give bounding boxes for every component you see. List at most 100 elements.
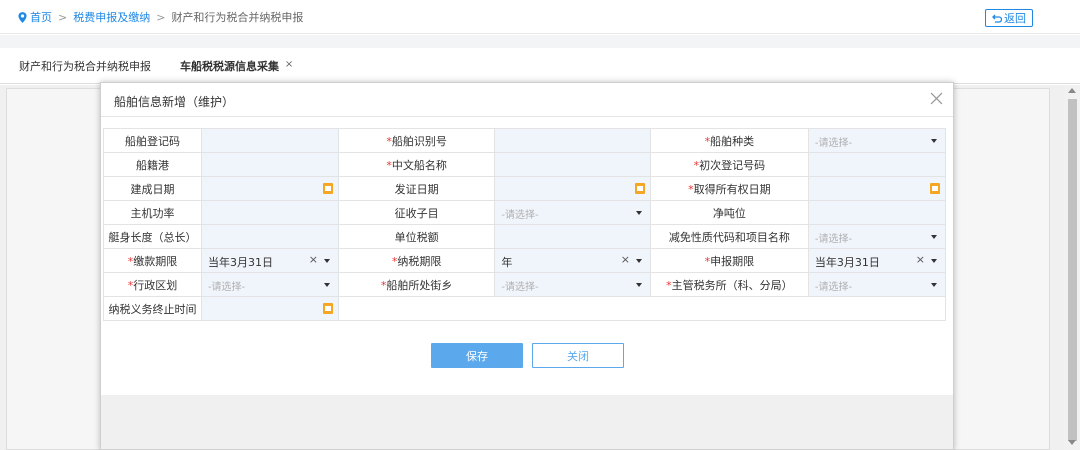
chevron-down-icon[interactable] — [931, 259, 937, 263]
select-field[interactable]: -请选择- — [200, 272, 339, 297]
top-bar: 首页 > 税费申报及缴纳 > 财产和行为税合并纳税申报 返回 — [0, 0, 1080, 34]
calendar-icon[interactable] — [930, 183, 940, 194]
text-field[interactable] — [494, 152, 651, 177]
text-field[interactable] — [807, 200, 947, 225]
chevron-down-icon[interactable] — [931, 235, 937, 239]
text-field[interactable] — [200, 152, 339, 177]
chevron-down-icon[interactable] — [323, 259, 330, 263]
back-arrow-icon — [992, 14, 1002, 23]
breadcrumb-home[interactable]: 首页 — [30, 9, 52, 25]
field-label: *行政区划 — [103, 272, 202, 297]
field-label: 船舶登记码 — [103, 128, 202, 153]
scroll-up-icon[interactable] — [1068, 88, 1076, 93]
form-row: 主机功率 征收子目 -请选择- 净吨位 — [103, 200, 947, 225]
field-label-text: 船舶所处街乡 — [386, 278, 453, 292]
field-label-text: 净吨位 — [712, 206, 746, 220]
field-label: 主机功率 — [103, 200, 202, 225]
form-row: *行政区划 -请选择- *船舶所处街乡 -请选择- *主管税务所（科、分局） -请选择- — [103, 272, 947, 297]
close-button[interactable]: 关闭 — [532, 343, 624, 368]
field-label: 发证日期 — [337, 176, 496, 201]
date-field[interactable] — [200, 176, 339, 201]
text-field[interactable] — [200, 200, 339, 225]
text-field[interactable] — [494, 128, 651, 153]
calendar-icon[interactable] — [322, 303, 333, 314]
field-label: *船舶所处街乡 — [337, 272, 496, 297]
field-label-text: 发证日期 — [394, 182, 439, 196]
calendar-icon[interactable] — [634, 183, 645, 194]
chevron-down-icon[interactable] — [635, 283, 642, 287]
field-label-text: 单位税额 — [394, 230, 439, 244]
clear-icon[interactable]: × — [621, 253, 630, 266]
field-label: 减免性质代码和项目名称 — [649, 224, 809, 249]
select-field[interactable]: -请选择- — [494, 272, 651, 297]
select-field[interactable]: 年 × — [494, 248, 651, 273]
back-button[interactable]: 返回 — [985, 9, 1033, 27]
select-field[interactable]: 当年3月31日 × — [807, 248, 947, 273]
scrollbar-thumb[interactable] — [1068, 99, 1077, 441]
select-field[interactable]: 当年3月31日 × — [200, 248, 339, 273]
select-field[interactable]: -请选择- — [494, 200, 651, 225]
field-label-text: 纳税义务终止时间 — [108, 302, 197, 316]
tab-vehicle-vessel-source[interactable]: 车船税税源信息采集 × — [165, 58, 309, 84]
form-row: 船籍港 *中文船名称 *初次登记号码 — [103, 152, 947, 177]
field-label-text: 减免性质代码和项目名称 — [668, 230, 790, 244]
field-label: *纳税期限 — [337, 248, 496, 273]
save-button-label: 保存 — [466, 349, 488, 363]
close-icon[interactable] — [930, 92, 943, 105]
field-label: *初次登记号码 — [649, 152, 809, 177]
chevron-down-icon[interactable] — [931, 139, 937, 143]
dialog-footer-area — [101, 395, 953, 449]
text-field[interactable] — [200, 224, 339, 249]
field-label: 单位税额 — [337, 224, 496, 249]
clear-icon[interactable]: × — [309, 253, 318, 266]
field-label-text: 申报期限 — [710, 254, 755, 268]
form-row: 建成日期 发证日期 *取得所有权日期 — [103, 176, 947, 201]
field-label-text: 建成日期 — [130, 182, 175, 196]
select-placeholder: -请选择- — [814, 138, 853, 149]
select-placeholder: -请选择- — [814, 234, 853, 245]
vessel-info-dialog: 船舶信息新增（维护） 船舶登记码 *船舶识别号 *船舶种类 -请选择- 船籍港 *中文船名… — [100, 82, 954, 450]
clear-icon[interactable]: × — [916, 253, 925, 266]
date-field[interactable] — [200, 296, 339, 321]
select-field[interactable]: -请选择- — [807, 128, 947, 153]
form-row: 船舶登记码 *船舶识别号 *船舶种类 -请选择- — [103, 128, 947, 153]
form-row: 纳税义务终止时间 — [103, 296, 947, 321]
breadcrumb: 首页 > 税费申报及缴纳 > 财产和行为税合并纳税申报 — [18, 9, 303, 25]
select-field[interactable]: -请选择- — [807, 272, 947, 297]
text-field[interactable] — [494, 224, 651, 249]
calendar-icon[interactable] — [322, 183, 333, 194]
chevron-down-icon[interactable] — [323, 283, 330, 287]
text-field[interactable] — [807, 152, 947, 177]
tab-property-tax-filing[interactable]: 财产和行为税合并纳税申报 — [19, 58, 151, 74]
breadcrumb-tax-filing[interactable]: 税费申报及缴纳 — [73, 9, 150, 25]
chevron-down-icon[interactable] — [635, 211, 642, 215]
header-spacer — [0, 35, 1080, 48]
select-placeholder: -请选择- — [207, 282, 246, 293]
chevron-down-icon[interactable] — [931, 283, 937, 287]
tab-close-icon[interactable]: × — [285, 59, 293, 70]
date-field[interactable] — [494, 176, 651, 201]
dialog-header: 船舶信息新增（维护） — [101, 83, 953, 117]
field-label-text: 征收子目 — [394, 206, 439, 220]
scroll-down-icon[interactable] — [1068, 440, 1076, 445]
save-button[interactable]: 保存 — [431, 343, 523, 368]
select-field[interactable]: -请选择- — [807, 224, 947, 249]
vessel-form: 船舶登记码 *船舶识别号 *船舶种类 -请选择- 船籍港 *中文船名称 *初次登记号码 建成日… — [103, 128, 947, 321]
form-row: 艇身长度（总长） 单位税额 减免性质代码和项目名称 -请选择- — [103, 224, 947, 249]
tab-bar: 财产和行为税合并纳税申报 车船税税源信息采集 × — [0, 48, 1080, 84]
chevron-down-icon[interactable] — [635, 259, 642, 263]
breadcrumb-separator: > — [58, 10, 68, 24]
field-label-text: 中文船名称 — [391, 158, 447, 172]
field-label-text: 初次登记号码 — [699, 158, 766, 172]
select-value: 当年3月31日 — [207, 256, 273, 269]
field-label: 建成日期 — [103, 176, 202, 201]
dialog-title: 船舶信息新增（维护） — [114, 95, 235, 109]
field-label: 净吨位 — [649, 200, 809, 225]
field-label: 艇身长度（总长） — [103, 224, 202, 249]
field-label: 征收子目 — [337, 200, 496, 225]
select-value: 当年3月31日 — [814, 256, 880, 269]
text-field[interactable] — [200, 128, 339, 153]
field-label-text: 缴款期限 — [133, 254, 178, 268]
date-field[interactable] — [807, 176, 947, 201]
scrollbar[interactable] — [1064, 85, 1080, 450]
